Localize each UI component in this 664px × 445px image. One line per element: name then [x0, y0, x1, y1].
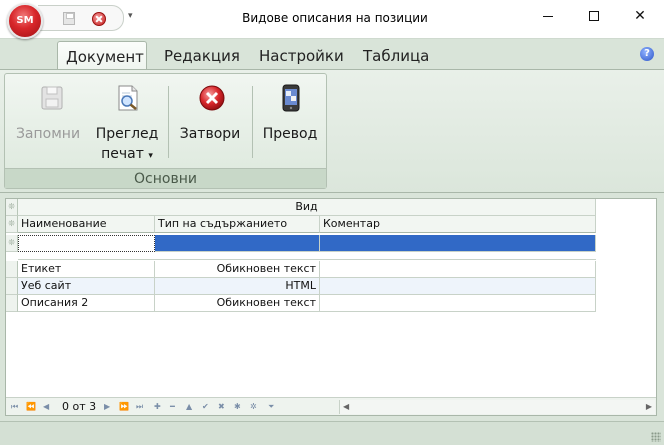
- chevron-down-icon: ▾: [148, 151, 153, 161]
- grid-band-header: Вид: [18, 199, 596, 216]
- app-menu-button[interactable]: SM: [7, 3, 43, 39]
- ribbon: Запомни Преглед печат ▾ Затвори Превод О…: [0, 69, 664, 193]
- translate-phone-icon: [282, 84, 300, 112]
- table-row-comment[interactable]: [320, 278, 596, 295]
- tab-edit[interactable]: Редакция: [156, 41, 248, 71]
- close-circle-icon: [199, 85, 225, 111]
- next-record-icon[interactable]: ▶: [104, 400, 110, 414]
- window-title: Видове описания на позиции: [242, 11, 428, 25]
- ribbon-group-caption: Основни: [5, 168, 326, 188]
- minimize-icon: [543, 15, 553, 17]
- horizontal-scrollbar[interactable]: ◀ ▶: [339, 400, 655, 414]
- row-indicator[interactable]: [6, 278, 18, 295]
- print-preview-label: Преглед печат ▾: [93, 124, 161, 166]
- quick-access-toolbar: [38, 5, 124, 31]
- status-bar: [0, 421, 664, 445]
- ribbon-separator: [168, 86, 169, 158]
- insert-record-icon[interactable]: ✚: [154, 400, 161, 414]
- tab-settings[interactable]: Настройки: [251, 41, 352, 71]
- app-logo-icon: SM: [16, 15, 34, 26]
- main-content: ❊ Вид ❊ Наименование Тип на съдържанието…: [0, 193, 664, 421]
- prev-page-icon[interactable]: ⏪: [26, 400, 36, 414]
- data-grid[interactable]: ❊ Вид ❊ Наименование Тип на съдържанието…: [5, 198, 657, 416]
- new-row-type-cell[interactable]: [155, 235, 320, 252]
- table-row-type[interactable]: Обикновен текст: [155, 295, 320, 312]
- refresh-icon[interactable]: ✱: [234, 400, 241, 414]
- minimize-button[interactable]: [525, 0, 571, 32]
- print-preview-label-line2: печат: [101, 146, 144, 162]
- print-preview-button[interactable]: Преглед печат ▾: [93, 80, 161, 164]
- help-icon[interactable]: ?: [640, 47, 654, 61]
- table-row-type[interactable]: Обикновен текст: [155, 261, 320, 278]
- tab-table[interactable]: Таблица: [355, 41, 437, 71]
- save-bookmark-icon[interactable]: ✲: [250, 400, 257, 414]
- last-page-icon[interactable]: ⏭: [136, 400, 143, 414]
- header-row-indicator: ❊: [6, 216, 18, 233]
- next-page-icon[interactable]: ⏩: [119, 400, 129, 414]
- maximize-icon: [589, 11, 599, 21]
- save-button-label: Запомни: [15, 126, 81, 142]
- record-position-text: 0 от 3: [62, 400, 97, 413]
- table-row-comment[interactable]: [320, 295, 596, 312]
- cancel-edit-icon[interactable]: ✖: [218, 400, 225, 414]
- resize-grip-icon[interactable]: [651, 432, 661, 442]
- column-header-comment[interactable]: Коментар: [320, 216, 596, 233]
- new-row-comment-cell[interactable]: [320, 235, 596, 252]
- filter-icon[interactable]: ⏷: [268, 400, 274, 414]
- edit-record-icon[interactable]: ▲: [186, 400, 192, 414]
- new-row-separator: [18, 252, 596, 260]
- print-preview-label-line1: Преглед: [95, 126, 159, 142]
- maximize-button[interactable]: [571, 0, 617, 32]
- floppy-disk-icon: [63, 12, 75, 25]
- ribbon-group-main: Запомни Преглед печат ▾ Затвори Превод О…: [4, 73, 327, 189]
- grid-navigator: ⏮ ⏪ ◀ 0 от 3 ▶ ⏩ ⏭ ✚ ━ ▲ ✔ ✖ ✱ ✲ ⏷ ◀ ▶: [6, 397, 656, 415]
- table-row-type[interactable]: HTML: [155, 278, 320, 295]
- table-row-name[interactable]: Описания 2: [18, 295, 155, 312]
- qat-customize-dropdown[interactable]: ▾: [128, 11, 133, 21]
- table-row-name[interactable]: Етикет: [18, 261, 155, 278]
- band-row-indicator: ❊: [6, 199, 18, 216]
- print-preview-icon: [118, 85, 138, 111]
- new-row-name-cell[interactable]: [18, 235, 155, 252]
- scroll-right-icon[interactable]: ▶: [646, 400, 652, 414]
- title-bar: SM ▾ Видове описания на позиции ✕: [0, 0, 664, 39]
- delete-record-icon[interactable]: ━: [170, 400, 175, 414]
- translate-button[interactable]: Превод: [259, 80, 321, 164]
- close-button[interactable]: Затвори: [175, 80, 245, 164]
- ribbon-tab-row: Документ Редакция Настройки Таблица ?: [0, 38, 664, 71]
- qat-close-button[interactable]: [90, 10, 108, 28]
- new-row-indicator: ❊: [6, 235, 18, 252]
- save-button[interactable]: Запомни: [13, 80, 83, 164]
- floppy-disk-icon: [41, 86, 63, 110]
- column-header-content-type[interactable]: Тип на съдържанието: [155, 216, 320, 233]
- close-icon: ✕: [634, 8, 646, 24]
- column-header-name[interactable]: Наименование: [18, 216, 155, 233]
- post-edit-icon[interactable]: ✔: [202, 400, 209, 414]
- scroll-left-icon[interactable]: ◀: [343, 400, 349, 414]
- translate-button-label: Превод: [262, 126, 318, 142]
- qat-save-button[interactable]: [60, 10, 78, 28]
- table-row-name[interactable]: Уеб сайт: [18, 278, 155, 295]
- row-indicator[interactable]: [6, 295, 18, 312]
- table-row-comment[interactable]: [320, 261, 596, 278]
- close-button-label: Затвори: [179, 126, 241, 142]
- ribbon-separator: [252, 86, 253, 158]
- prev-record-icon[interactable]: ◀: [43, 400, 49, 414]
- close-window-button[interactable]: ✕: [617, 0, 663, 32]
- tab-document[interactable]: Документ: [57, 41, 147, 71]
- row-indicator[interactable]: [6, 261, 18, 278]
- first-page-icon[interactable]: ⏮: [11, 400, 18, 414]
- close-circle-icon: [92, 12, 106, 26]
